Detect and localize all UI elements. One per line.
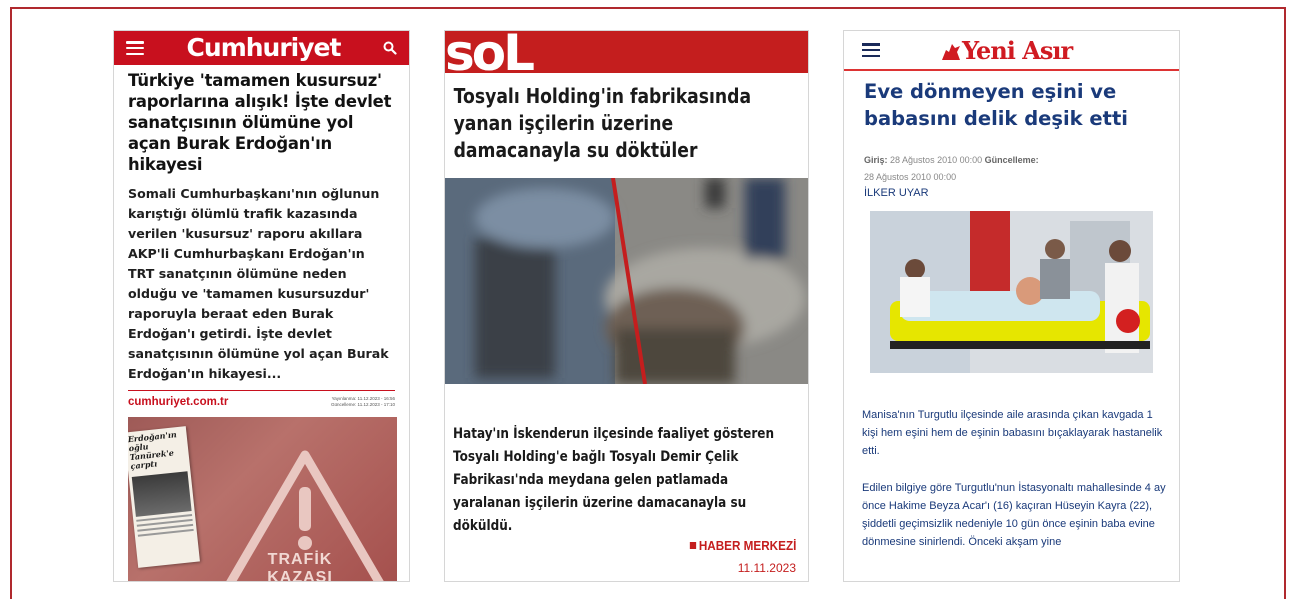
meta-label-up: Güncelleme: [984, 155, 1039, 165]
search-icon[interactable] [383, 41, 397, 55]
cumhuriyet-panel: Cumhuriyet Türkiye 'tamamen kusursuz' ra… [113, 30, 410, 582]
sign-line-2: KAZASI [267, 569, 333, 582]
newspaper-clipping: Erdoğan'ın oğlu Tanürek'e çarptı [128, 426, 200, 568]
updated-date: Güncelleme: 11.12.2023 - 17:10 [331, 402, 395, 407]
sign-line-1: TRAFİK [267, 551, 333, 568]
source-row: cumhuriyet.com.tr Yayınlanma: 11.12.2023… [114, 391, 409, 408]
article-title[interactable]: Eve dönmeyen eşini ve babasını delik deş… [844, 71, 1179, 132]
warning-sign: TRAFİK KAZASI [220, 447, 390, 582]
yeniasir-header: Yeni Asır [844, 31, 1179, 71]
byline[interactable]: HABER MERKEZİ [689, 538, 796, 553]
source-link[interactable]: cumhuriyet.com.tr [128, 396, 228, 408]
yeniasir-panel: Yeni Asır Eve dönmeyen eşini ve babasını… [843, 30, 1180, 582]
clipping-photo [131, 471, 192, 517]
article-summary: Somali Cumhurbaşkanı'nın oğlunun karıştı… [128, 186, 389, 381]
cumhuriyet-logo[interactable]: Cumhuriyet [187, 31, 342, 65]
article-title[interactable]: Türkiye 'tamamen kusursuz' raporlarına a… [114, 65, 409, 175]
square-bullet-icon [689, 542, 696, 549]
article-image [870, 211, 1153, 373]
author[interactable]: İLKER UYAR [844, 186, 1179, 199]
sol-panel: soL Tosyalı Holding'in fabrikasında yana… [444, 30, 809, 582]
clipping-headline: Erdoğan'ın oğlu Tanürek'e çarptı [128, 429, 178, 472]
article-paragraph-2: Edilen bilgiye göre Turgutlu'nun İstasyo… [862, 482, 1166, 548]
meta-label-in: Giriş: [864, 155, 888, 165]
meta-up: 28 Ağustos 2010 00:00 [864, 172, 957, 182]
yeniasir-logo[interactable]: Yeni Asır [940, 36, 1073, 65]
article-meta: Giriş: 28 Ağustos 2010 00:00 Güncelleme:… [844, 132, 1179, 186]
article-image [445, 178, 808, 384]
publish-dates: Yayınlanma: 11.12.2023 - 16:56 Güncellem… [331, 396, 395, 408]
meta-in: 28 Ağustos 2010 00:00 [890, 155, 983, 165]
publish-date: 11.11.2023 [737, 561, 796, 575]
article-summary: Hatay'ın İskenderun ilçesinde faaliyet g… [453, 426, 775, 534]
sol-header: soL [445, 31, 808, 81]
byline-text: HABER MERKEZİ [698, 538, 796, 553]
menu-icon[interactable] [126, 41, 144, 55]
article-paragraph-1: Manisa'nın Turgutlu ilçesinde aile arası… [862, 409, 1163, 457]
cumhuriyet-header: Cumhuriyet [114, 31, 409, 65]
menu-icon[interactable] [862, 43, 880, 57]
article-image: Erdoğan'ın oğlu Tanürek'e çarptı TRAFİK … [128, 417, 397, 582]
horse-rider-icon [942, 43, 960, 60]
yeniasir-logo-text: Yeni Asır [962, 36, 1073, 65]
article-title[interactable]: Tosyalı Holding'in fabrikasında yanan iş… [445, 73, 789, 164]
